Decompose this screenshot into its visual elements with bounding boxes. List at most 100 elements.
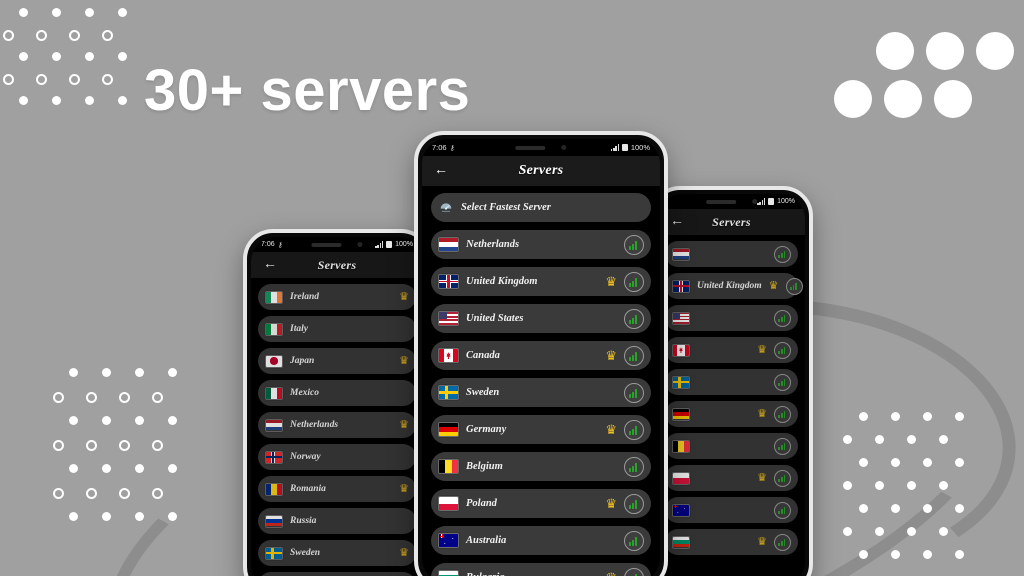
select-fastest-server-label: Select Fastest Server — [461, 202, 551, 213]
server-country-label: Sweden — [290, 548, 321, 558]
server-country-label: Japan — [290, 356, 315, 366]
server-list-item[interactable]: Russia — [258, 508, 416, 534]
server-list-item[interactable]: Canada ♛ — [431, 341, 651, 370]
server-country-label: Bulgaria — [466, 572, 598, 576]
server-list-item[interactable]: Belgium — [431, 452, 651, 481]
poster-stage: 30+ servers 7:06 ⚷ 100% ← Servers Ireland ♛ Ita… — [0, 0, 1024, 576]
status-bar-time: 7:06 — [261, 241, 275, 248]
signal-strength-icon[interactable] — [624, 456, 644, 477]
server-list-item[interactable]: Australia — [431, 526, 651, 555]
signal-strength-icon[interactable] — [774, 405, 791, 423]
server-list-item[interactable] — [665, 241, 798, 267]
earpiece-speaker — [705, 199, 736, 204]
server-list-item[interactable]: Netherlands — [431, 230, 651, 259]
signal-strength-icon[interactable] — [624, 345, 644, 366]
server-list-item[interactable] — [665, 497, 798, 523]
signal-strength-icon[interactable] — [774, 245, 791, 263]
phone-screen: 7:06 ⚷ 100% ← Servers Ireland ♛ Italy Japan ♛ Mexi… — [251, 237, 423, 576]
server-list[interactable]: Ireland ♛ Italy Japan ♛ Mexico Netherlands ♛ Nor… — [251, 279, 423, 576]
premium-crown-icon: ♛ — [757, 471, 767, 484]
server-list[interactable]: Select Fastest Server Netherlands United K… — [422, 187, 660, 576]
signal-strength-icon[interactable] — [624, 271, 644, 292]
server-country-label: Mexico — [290, 388, 320, 398]
signal-strength-icon[interactable] — [774, 373, 791, 391]
server-country-label: Belgium — [466, 461, 503, 472]
server-country-label: Germany — [466, 424, 507, 435]
server-list-item[interactable]: Bulgaria ♛ — [431, 563, 651, 576]
server-list-phone-center: 7:06 ⚷ 100% ← Servers Select Fastest Server Ne… — [414, 131, 668, 576]
app-bar: ← Servers — [422, 156, 660, 187]
select-fastest-server-row[interactable]: Select Fastest Server — [431, 193, 651, 222]
flag-mx-icon — [265, 386, 283, 400]
signal-strength-icon[interactable] — [624, 382, 644, 403]
server-country-label: Canada — [466, 350, 500, 361]
signal-strength-icon[interactable] — [624, 493, 644, 514]
phone-screen: 100% ← Servers United Kingdom ♛ ♛ ♛ ♛ ♛ — [658, 194, 805, 576]
phone-notch — [697, 194, 766, 209]
server-list-item[interactable]: Singapore — [258, 572, 416, 576]
server-list-item[interactable]: Ireland ♛ — [258, 284, 416, 310]
server-list-item[interactable]: Romania ♛ — [258, 476, 416, 502]
flag-nl-icon — [672, 247, 690, 261]
signal-strength-icon[interactable] — [624, 419, 644, 440]
server-list-item[interactable] — [665, 369, 798, 395]
flag-no-icon — [265, 450, 283, 464]
server-list-item[interactable]: ♛ — [665, 529, 798, 555]
server-list-item[interactable] — [665, 305, 798, 331]
server-list-item[interactable]: ♛ — [665, 401, 798, 427]
signal-strength-icon[interactable] — [624, 308, 644, 329]
server-country-label: Australia — [466, 535, 507, 546]
flag-ca-icon — [438, 348, 459, 363]
signal-strength-icon[interactable] — [785, 277, 803, 295]
signal-strength-icon[interactable] — [774, 437, 791, 455]
signal-strength-icon[interactable] — [774, 341, 791, 359]
earpiece-speaker — [311, 242, 342, 247]
phone-notch — [486, 139, 596, 156]
vpn-key-icon: ⚷ — [449, 144, 455, 152]
flag-de-icon — [438, 422, 459, 437]
flag-se-icon — [438, 385, 459, 400]
server-list-item[interactable]: ♛ — [665, 337, 798, 363]
flag-nl-icon — [265, 418, 283, 432]
server-list-item[interactable]: United States — [431, 304, 651, 333]
server-list-item[interactable]: ♛ — [665, 465, 798, 491]
signal-strength-icon[interactable] — [624, 530, 644, 551]
server-country-label: Sweden — [466, 387, 500, 398]
server-list-item[interactable]: Sweden ♛ — [258, 540, 416, 566]
server-list-item[interactable]: United Kingdom ♛ — [665, 273, 803, 299]
signal-strength-icon[interactable] — [774, 533, 791, 551]
server-list-item[interactable]: Italy — [258, 316, 416, 342]
flag-au-icon — [438, 533, 459, 548]
flag-ru-icon — [265, 514, 283, 528]
front-camera-icon — [357, 242, 363, 247]
premium-crown-icon: ♛ — [399, 546, 409, 559]
server-list-item[interactable]: Netherlands ♛ — [258, 412, 416, 438]
signal-strength-icon[interactable] — [624, 567, 644, 576]
server-list-item[interactable] — [665, 433, 798, 459]
signal-strength-icon[interactable] — [774, 501, 791, 519]
server-list[interactable]: United Kingdom ♛ ♛ ♛ ♛ ♛ — [658, 236, 805, 555]
phone-notch — [297, 237, 377, 252]
server-list-item[interactable]: Germany ♛ — [431, 415, 651, 444]
server-list-item[interactable]: Sweden — [431, 378, 651, 407]
server-list-item[interactable]: United Kingdom ♛ — [431, 267, 651, 296]
server-list-item[interactable]: Norway — [258, 444, 416, 470]
premium-crown-icon: ♛ — [757, 535, 767, 548]
premium-crown-icon: ♛ — [399, 290, 409, 303]
signal-strength-icon[interactable] — [774, 309, 791, 327]
flag-ie-icon — [265, 290, 283, 304]
signal-strength-icon[interactable] — [774, 469, 791, 487]
premium-crown-icon: ♛ — [768, 279, 779, 292]
premium-crown-icon: ♛ — [605, 422, 617, 437]
flag-jp-icon — [265, 354, 283, 368]
server-list-item[interactable]: Poland ♛ — [431, 489, 651, 518]
server-list-item[interactable]: Mexico — [258, 380, 416, 406]
server-country-label: Netherlands — [290, 420, 339, 430]
premium-crown-icon: ♛ — [399, 354, 409, 367]
flag-bg-icon — [438, 570, 459, 576]
server-list-item[interactable]: Japan ♛ — [258, 348, 416, 374]
battery-icon — [621, 144, 628, 151]
app-bar-title: Servers — [712, 214, 751, 229]
signal-strength-icon[interactable] — [624, 234, 644, 255]
battery-level-label: 100% — [777, 198, 795, 205]
